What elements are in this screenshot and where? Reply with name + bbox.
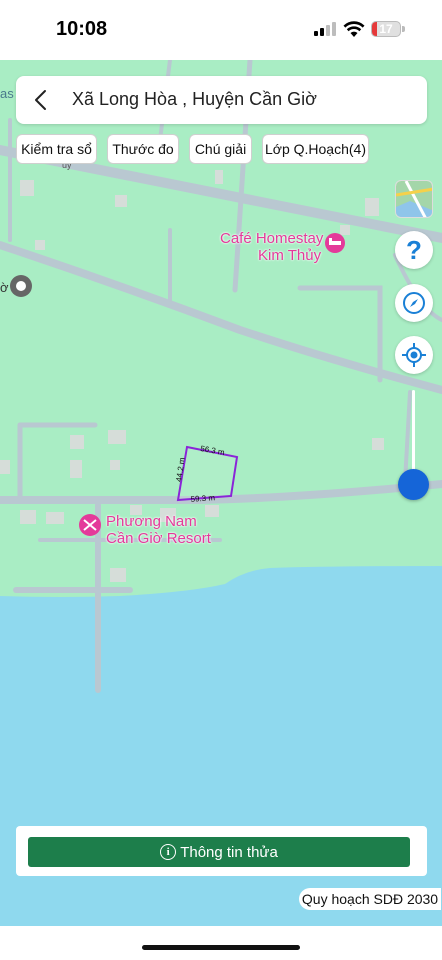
- status-time: 10:08: [56, 18, 108, 40]
- battery-level-text: 17: [379, 22, 393, 36]
- legend-button[interactable]: Chú giải: [189, 134, 252, 164]
- map-thumbnail-icon: [396, 181, 432, 217]
- land-parcel: [176, 445, 239, 502]
- location-title: Xã Long Hòa , Huyện Cần Giờ: [72, 89, 317, 109]
- planning-layers-button[interactable]: Lớp Q.Hoạch(4): [262, 134, 369, 164]
- map-edge-label-left: ờ: [0, 280, 9, 295]
- battery-tip: [402, 26, 405, 32]
- measure-button[interactable]: Thước đo: [107, 134, 179, 164]
- zoom-slider-handle[interactable]: [398, 468, 429, 500]
- location-search-bar[interactable]: Xã Long Hòa , Huyện Cần Giờ: [16, 76, 427, 124]
- home-area: [0, 926, 442, 960]
- signal-icon: [314, 22, 336, 36]
- parcel-info-button[interactable]: i Thông tin thửa: [28, 837, 410, 867]
- map-canvas[interactable]: 56.3 m 44.2 m 59.3 m as ờ uy: [0, 60, 442, 926]
- help-button[interactable]: ?: [395, 231, 433, 269]
- check-certificate-button[interactable]: Kiểm tra sổ: [16, 134, 97, 164]
- status-bar: 10:08 17: [0, 0, 442, 60]
- resort-icon: [79, 514, 101, 536]
- map-edge-label-top: as: [0, 86, 14, 101]
- help-icon: ?: [406, 234, 422, 265]
- parcel-dimension-bottom: 59.3 m: [190, 493, 215, 504]
- map-layers-button[interactable]: [395, 180, 433, 218]
- compass-icon: [403, 292, 425, 314]
- poi-label-homestay[interactable]: Café Homestay Kim Thủy: [220, 230, 323, 264]
- compass-button[interactable]: [395, 284, 433, 322]
- home-indicator[interactable]: [142, 945, 300, 950]
- locate-button[interactable]: [395, 336, 433, 374]
- info-panel: i Thông tin thửa: [16, 826, 427, 876]
- wifi-icon: [343, 21, 365, 37]
- map-view[interactable]: 56.3 m 44.2 m 59.3 m as ờ uy Café Homest…: [0, 60, 442, 926]
- battery-icon: 17: [371, 21, 401, 37]
- planning-badge[interactable]: Quy hoạch SDĐ 2030: [299, 888, 441, 910]
- map-pin-icon: [10, 275, 32, 297]
- info-icon: i: [160, 844, 177, 860]
- parcel-info-label: Thông tin thửa: [180, 843, 278, 861]
- poi-label-resort[interactable]: Phương Nam Cần Giờ Resort: [106, 513, 211, 547]
- hotel-icon: [325, 233, 345, 253]
- chevron-left-icon[interactable]: [30, 88, 52, 112]
- locate-icon: [402, 343, 426, 367]
